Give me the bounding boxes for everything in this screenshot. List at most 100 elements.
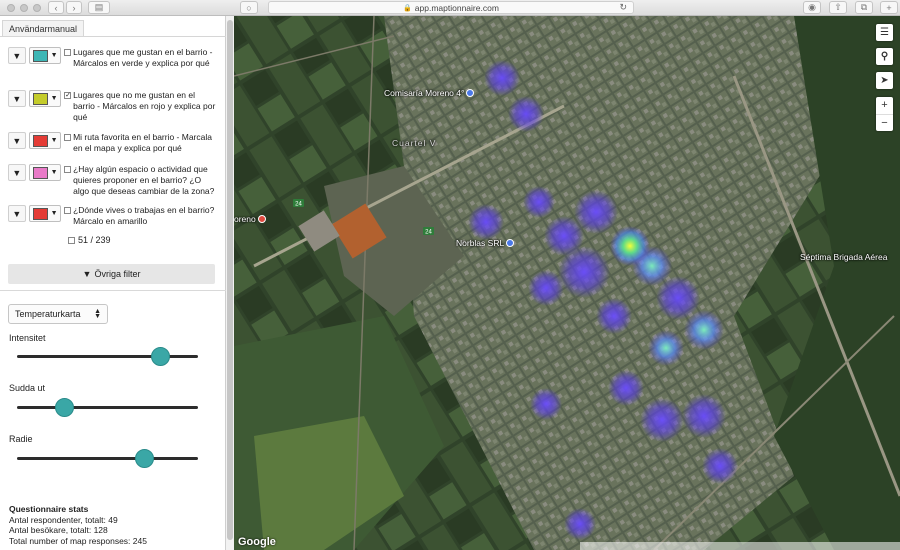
filter-icon[interactable]: ▼ — [8, 205, 26, 222]
color-swatch — [32, 207, 48, 220]
slider-handle[interactable] — [150, 347, 170, 366]
window-zoom-icon[interactable] — [33, 4, 41, 12]
other-filters-label: Övriga filter — [94, 269, 141, 279]
chevron-down-icon: ▼ — [50, 210, 58, 217]
police-icon — [466, 89, 475, 97]
zoom-in-button[interactable]: + — [881, 97, 887, 114]
divider — [0, 290, 226, 291]
stats-respondents: Antal respondenter, totalt: 49 — [9, 514, 118, 525]
url-text: app.maptionnaire.com — [414, 2, 499, 13]
stats-title: Questionnaire stats — [9, 504, 89, 514]
privacy-icon[interactable]: ○ — [240, 1, 258, 14]
map-label-comisaria: Comisaría Moreno 4° — [384, 88, 475, 98]
layer-checkbox[interactable] — [64, 207, 72, 214]
locate-icon: ➤ — [880, 75, 889, 86]
color-picker[interactable]: ▼ — [28, 205, 62, 222]
locate-button[interactable]: ➤ — [876, 72, 893, 89]
layer-row: ▼ ▼ Mi ruta favorita en el barrio - Marc… — [8, 132, 218, 154]
reload-icon[interactable]: ↻ — [619, 2, 627, 13]
view-mode-value: Temperaturkarta — [15, 309, 81, 319]
filter-icon[interactable]: ▼ — [8, 47, 26, 64]
route-badge: 24 — [425, 230, 432, 236]
slider-handle[interactable] — [134, 449, 154, 468]
address-bar[interactable]: 🔒 app.maptionnaire.com ↻ — [268, 1, 634, 14]
filter-icon[interactable]: ▼ — [8, 132, 26, 149]
panel-scrollbar[interactable] — [226, 16, 234, 550]
map-search-button[interactable]: ⚲ — [876, 48, 893, 65]
slider-handle[interactable] — [55, 398, 75, 417]
filter-panel: Användarmanual ▼ ▼ Lugares que me gustan… — [0, 16, 226, 550]
new-tab-button[interactable]: + — [880, 1, 898, 14]
filter-icon[interactable]: ▼ — [8, 164, 26, 181]
stats-visitors: Antal besökare, totalt: 128 — [9, 525, 108, 535]
layer-checkbox[interactable] — [64, 49, 72, 56]
forward-button[interactable]: › — [66, 1, 82, 14]
share-button[interactable]: ⇧ — [829, 1, 847, 14]
layer-checkbox[interactable] — [64, 166, 72, 173]
chevron-down-icon: ▼ — [50, 137, 58, 144]
intensity-label: Intensitet — [9, 333, 46, 343]
business-icon — [506, 239, 515, 247]
color-picker[interactable]: ▼ — [28, 132, 62, 149]
blur-slider[interactable] — [17, 398, 198, 417]
map-label-moreno: oreno — [234, 214, 266, 224]
tabs-button[interactable]: ⧉ — [855, 1, 873, 14]
stats-map-responses: Total number of map responses: 245 — [9, 535, 147, 546]
extension-icon[interactable]: ◉ — [803, 1, 821, 14]
color-swatch — [32, 166, 48, 179]
radius-label: Radie — [9, 434, 33, 444]
color-picker[interactable]: ▼ — [28, 90, 62, 107]
response-counter: 51 / 239 — [68, 235, 111, 245]
zoom-out-button[interactable]: − — [876, 114, 893, 131]
map-label-brigada: Séptima Brigada Aérea — [800, 252, 888, 262]
layer-row: ▼ ▼ ¿Dónde vives o trabajas en el barrio… — [8, 205, 218, 227]
google-logo: Google — [238, 536, 276, 548]
scrollbar-thumb[interactable] — [227, 20, 233, 540]
search-icon: ⚲ — [880, 51, 889, 62]
layers-button[interactable]: ☰ — [876, 24, 893, 41]
lock-icon: 🔒 — [403, 4, 412, 12]
layer-row: ▼ ▼ ¿Hay algún espacio o actividad que q… — [8, 164, 218, 197]
color-swatch — [32, 92, 48, 105]
layers-icon: ☰ — [880, 27, 889, 38]
select-arrows-icon: ▲ ▼ — [94, 308, 101, 320]
layer-label: Lugares que no me gustan en el barrio - … — [73, 90, 216, 122]
route-badge: 24 — [295, 202, 302, 208]
layer-label: ¿Dónde vives o trabajas en el barrio? Má… — [73, 205, 215, 226]
layer-row: ▼ ▼ ✓ Lugares que no me gustan en el bar… — [8, 90, 218, 123]
map-imagery: 24 24 — [234, 16, 900, 550]
filter-icon[interactable]: ▼ — [8, 90, 26, 107]
radius-slider[interactable] — [17, 449, 198, 468]
other-filters-button[interactable]: ▼ Övriga filter — [8, 264, 215, 284]
layer-label: ¿Hay algún espacio o actividad que quier… — [73, 164, 215, 196]
layer-row: ▼ ▼ Lugares que me gustan en el barrio -… — [8, 47, 218, 69]
view-mode-select[interactable]: Temperaturkarta ▲ ▼ — [8, 304, 108, 324]
layer-checkbox[interactable] — [64, 134, 72, 141]
response-count: 51 / 239 — [78, 235, 111, 245]
map-attribution — [580, 542, 900, 550]
chevron-down-icon: ▼ — [50, 95, 58, 102]
chevron-down-icon: ▼ — [50, 169, 58, 176]
color-swatch — [32, 49, 48, 62]
color-swatch — [32, 134, 48, 147]
map-label-norblas: Norblas SRL — [456, 238, 515, 248]
user-manual-tab[interactable]: Användarmanual — [2, 20, 85, 36]
color-picker[interactable]: ▼ — [28, 164, 62, 181]
window-minimize-icon[interactable] — [20, 4, 28, 12]
layer-checkbox[interactable]: ✓ — [64, 92, 72, 99]
place-marker-icon — [257, 215, 266, 223]
satellite-map[interactable]: 24 24 Comisaría Moreno 4° Cuartel V oren… — [234, 16, 900, 550]
layer-label: Mi ruta favorita en el barrio - Marcala … — [73, 132, 212, 153]
color-picker[interactable]: ▼ — [28, 47, 62, 64]
browser-toolbar: ‹ › ▤ ○ 🔒 app.maptionnaire.com ↻ ◉ ⇧ ⧉ + — [0, 0, 900, 16]
questionnaire-stats: Questionnaire stats Antal respondenter, … — [9, 504, 147, 546]
window-close-icon[interactable] — [7, 4, 15, 12]
back-button[interactable]: ‹ — [48, 1, 64, 14]
intensity-slider[interactable] — [17, 347, 198, 366]
layer-label: Lugares que me gustan en el barrio - Már… — [73, 47, 213, 68]
chevron-down-icon: ▼ — [50, 52, 58, 59]
filter-icon: ▼ — [82, 269, 92, 279]
zoom-control: + − — [876, 97, 893, 131]
sidebar-toggle-button[interactable]: ▤ — [88, 1, 110, 14]
select-all-checkbox[interactable] — [68, 236, 75, 244]
